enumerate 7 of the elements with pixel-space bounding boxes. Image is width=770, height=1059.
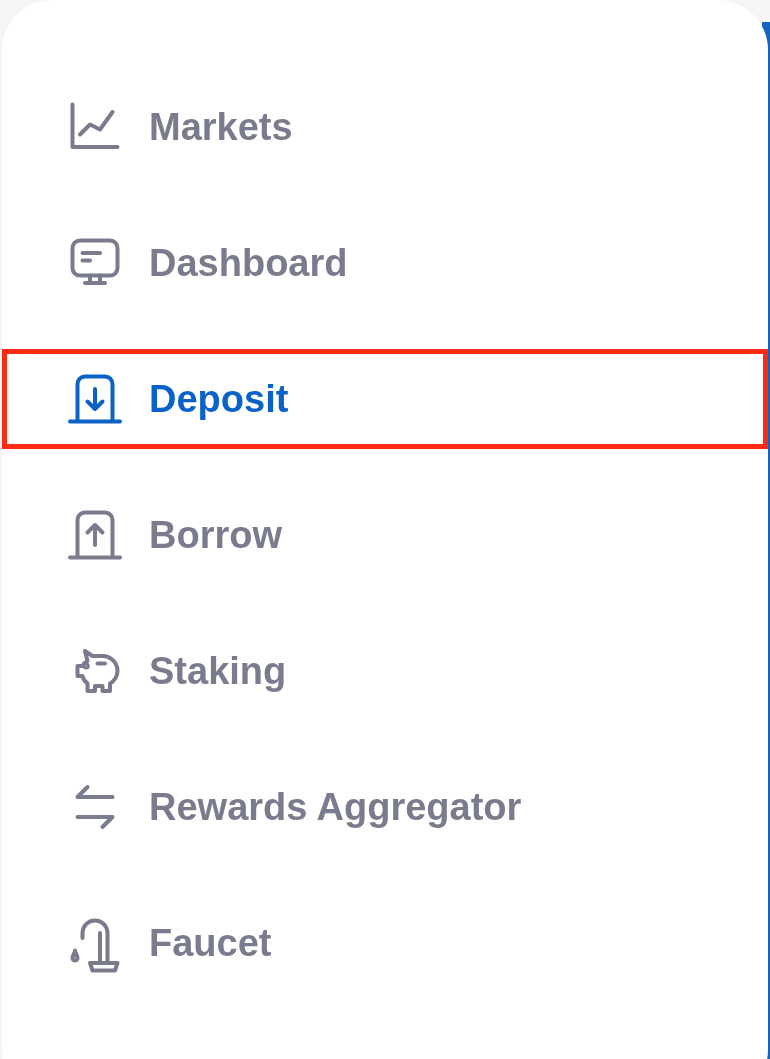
menu-item[interactable]: Rewards Aggregator	[2, 757, 768, 857]
menu-item[interactable]: Deposit	[2, 349, 768, 449]
menu-item[interactable]: Borrow	[2, 485, 768, 585]
menu-item[interactable]: Staking	[2, 621, 768, 721]
menu-item[interactable]: Dashboard	[2, 213, 768, 313]
menu-item[interactable]: Markets	[2, 77, 768, 177]
menu-item[interactable]: Faucet	[2, 893, 768, 993]
